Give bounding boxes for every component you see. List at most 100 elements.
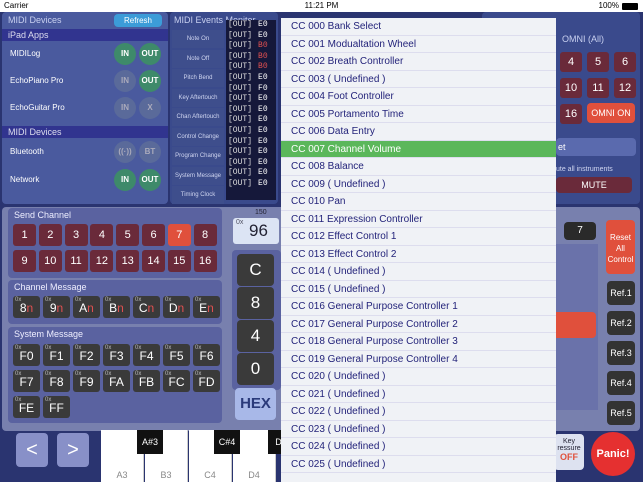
monitor-filter-7[interactable]: System Message (172, 166, 224, 185)
reset-all-control-button[interactable]: Reset All Control (606, 220, 635, 274)
keypad-key-0[interactable]: 0 (237, 353, 274, 385)
mute-button[interactable]: MUTE (556, 177, 632, 193)
channel-message-A[interactable]: 0x An (73, 296, 100, 318)
channel-message-B[interactable]: 0x Bn (103, 296, 130, 318)
system-message-FB[interactable]: 0x FB (133, 370, 160, 392)
channel-button-6[interactable]: 6 (142, 224, 165, 246)
monitor-filter-4[interactable]: Chan Aftertouch (172, 108, 224, 126)
app-out-toggle[interactable]: OUT (139, 70, 161, 92)
ref-button-4[interactable]: Ref.4 (607, 371, 635, 395)
prev-octave-button[interactable]: < (16, 433, 48, 467)
red-slider[interactable] (556, 312, 596, 338)
keypad-key-C[interactable]: C (237, 254, 274, 286)
channel-message-9[interactable]: 0x 9n (43, 296, 70, 318)
system-message-FD[interactable]: 0x FD (193, 370, 220, 392)
dropdown-item[interactable]: CC 005 Portamento Time (281, 106, 556, 123)
system-message-F9[interactable]: 0x F9 (73, 370, 100, 392)
dropdown-item[interactable]: CC 008 Balance (281, 158, 556, 176)
dropdown-item[interactable]: CC 025 ( Undefined ) (281, 456, 556, 473)
next-octave-button[interactable]: > (57, 433, 89, 467)
panic-button[interactable]: Panic! (591, 432, 635, 476)
dropdown-item[interactable]: CC 009 ( Undefined ) (281, 176, 556, 193)
channel-button-9[interactable]: 9 (13, 250, 36, 272)
channel-button-11[interactable]: 11 (64, 250, 88, 272)
filter-channel-12[interactable]: 12 (614, 78, 636, 98)
app-in-toggle[interactable]: IN (114, 97, 136, 119)
system-message-FA[interactable]: 0x FA (103, 370, 130, 392)
channel-button-10[interactable]: 10 (38, 250, 62, 272)
channel-button-16[interactable]: 16 (193, 250, 217, 272)
app-out-toggle[interactable]: X (139, 97, 161, 119)
ref-button-3[interactable]: Ref.3 (607, 341, 635, 365)
keypad-key-8[interactable]: 8 (237, 287, 274, 319)
system-message-FC[interactable]: 0x FC (163, 370, 190, 392)
filter-channel-10[interactable]: 10 (560, 78, 582, 98)
dropdown-item[interactable]: CC 024 ( Undefined ) (281, 438, 556, 456)
channel-button-14[interactable]: 14 (142, 250, 165, 272)
ref-button-5[interactable]: Ref.5 (607, 401, 635, 425)
channel-button-12[interactable]: 12 (90, 250, 114, 272)
dropdown-item[interactable]: CC 002 Breath Controller (281, 53, 556, 71)
dropdown-item[interactable]: CC 020 ( Undefined ) (281, 368, 556, 386)
keypad-key-4[interactable]: 4 (237, 320, 274, 352)
device-out-toggle[interactable]: BT (139, 141, 161, 163)
filter-channel-4[interactable]: 4 (560, 52, 582, 72)
dropdown-item[interactable]: CC 019 General Purpose Controller 4 (281, 351, 556, 368)
control-change-dropdown[interactable]: CC 000 Bank Select CC 001 Modualtation Wh… (281, 18, 556, 482)
channel-button-13[interactable]: 13 (116, 250, 140, 272)
dropdown-item[interactable]: CC 023 ( Undefined ) (281, 421, 556, 438)
value-7-chip[interactable]: 7 (564, 222, 596, 240)
omni-on-button[interactable]: OMNI ON (587, 103, 635, 123)
dropdown-item[interactable]: CC 016 General Purpose Controller 1 (281, 298, 556, 316)
channel-button-5[interactable]: 5 (116, 224, 140, 246)
hex-button[interactable]: HEX (235, 388, 276, 420)
dropdown-item[interactable]: CC 000 Bank Select (281, 18, 556, 36)
monitor-filter-1[interactable]: Note Off (172, 49, 224, 68)
ref-button-1[interactable]: Ref.1 (607, 281, 635, 305)
system-message-FF[interactable]: 0x FF (43, 396, 70, 418)
reset-button[interactable]: et (556, 138, 636, 156)
filter-channel-16[interactable]: 16 (560, 104, 582, 124)
app-in-toggle[interactable]: IN (114, 70, 136, 92)
dropdown-item[interactable]: CC 006 Data Entry (281, 123, 556, 141)
monitor-filter-8[interactable]: Timing Clock (172, 186, 224, 204)
filter-channel-11[interactable]: 11 (587, 78, 609, 98)
monitor-filter-2[interactable]: Pitch Bend (172, 69, 224, 87)
channel-message-C[interactable]: 0x Cn (133, 296, 160, 318)
dropdown-item[interactable]: CC 011 Expression Controller (281, 211, 556, 228)
dropdown-item[interactable]: CC 022 ( Undefined ) (281, 403, 556, 421)
monitor-filter-3[interactable]: Key Aftertouch (172, 88, 224, 107)
black-key-C#4[interactable]: C#4 (214, 430, 240, 454)
dropdown-item[interactable]: CC 001 Modualtation Wheel (281, 36, 556, 53)
black-key-A#3[interactable]: A#3 (137, 430, 163, 454)
dropdown-item[interactable]: CC 017 General Purpose Controller 2 (281, 316, 556, 333)
system-message-FE[interactable]: 0x FE (13, 396, 40, 418)
app-out-toggle[interactable]: OUT (139, 43, 161, 65)
dropdown-item[interactable]: CC 013 Effect Control 2 (281, 246, 556, 263)
refresh-button[interactable]: Refresh (114, 14, 162, 27)
filter-channel-5[interactable]: 5 (587, 52, 609, 72)
channel-message-D[interactable]: 0x Dn (163, 296, 190, 318)
dropdown-item[interactable]: CC 007 Channel Volume (281, 140, 556, 158)
device-out-toggle[interactable]: OUT (139, 169, 161, 191)
event-log[interactable]: [OUT] E0 [OUT] E0 [OUT] B0 [OUT] B0 [OUT] B0 [OUT]… (226, 20, 276, 200)
monitor-filter-6[interactable]: Program Change (172, 147, 224, 165)
channel-button-2[interactable]: 2 (38, 224, 62, 246)
monitor-filter-0[interactable]: Note On (172, 30, 224, 48)
device-in-toggle[interactable]: ((·)) (114, 141, 136, 163)
dropdown-item[interactable]: CC 015 ( Undefined ) (281, 281, 556, 298)
dropdown-item[interactable]: CC 012 Effect Control 1 (281, 228, 556, 246)
ref-button-2[interactable]: Ref.2 (607, 311, 635, 335)
channel-button-4[interactable]: 4 (90, 224, 114, 246)
dropdown-item[interactable]: CC 018 General Purpose Controller 3 (281, 333, 556, 351)
dropdown-item[interactable]: CC 003 ( Undefined ) (281, 71, 556, 88)
dropdown-item[interactable]: CC 021 ( Undefined ) (281, 386, 556, 403)
channel-message-8[interactable]: 0x 8n (13, 296, 40, 318)
app-in-toggle[interactable]: IN (114, 43, 136, 65)
dropdown-item[interactable]: CC 010 Pan (281, 193, 556, 211)
channel-button-7[interactable]: 7 (167, 224, 191, 246)
channel-button-15[interactable]: 15 (167, 250, 191, 272)
channel-message-E[interactable]: 0x En (193, 296, 220, 318)
monitor-filter-5[interactable]: Control Change (172, 127, 224, 146)
channel-button-8[interactable]: 8 (193, 224, 217, 246)
